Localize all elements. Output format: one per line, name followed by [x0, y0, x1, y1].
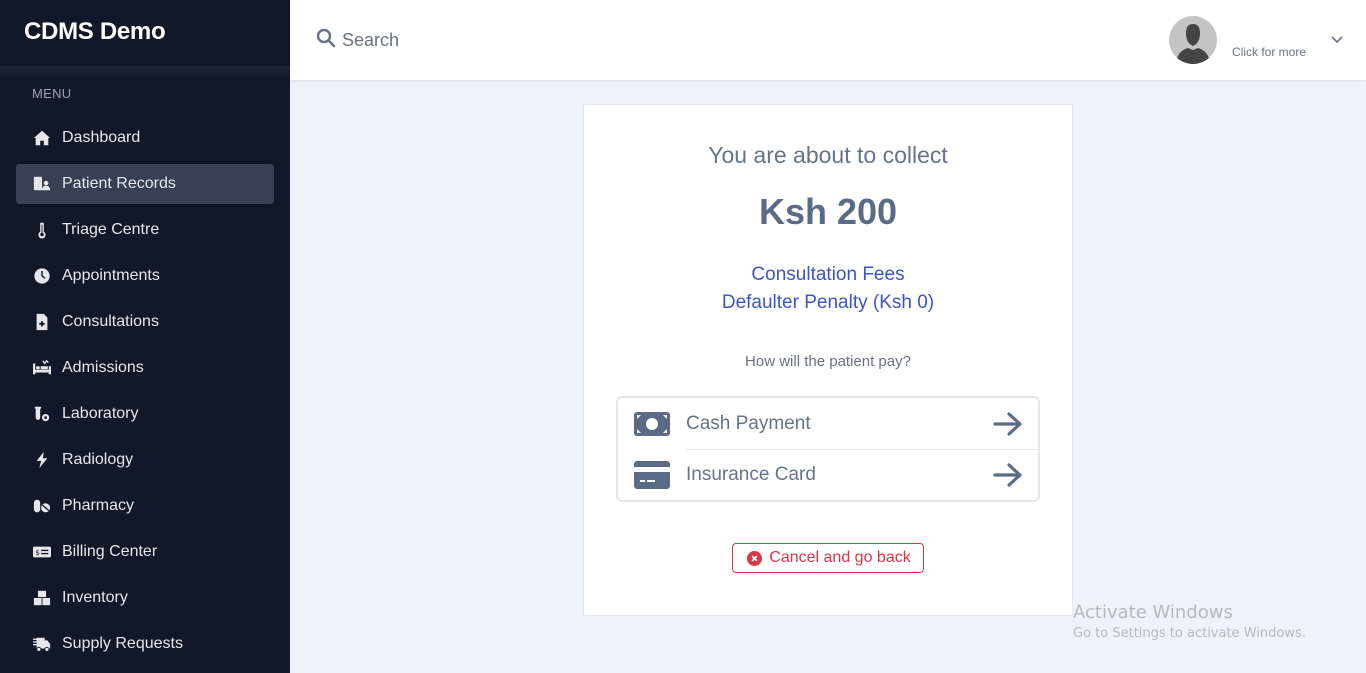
sidebar-item-label: Billing Center	[62, 543, 158, 560]
sidebar-item-label: Laboratory	[62, 405, 139, 422]
sidebar-item-appointments[interactable]: Appointments	[16, 256, 274, 296]
vial-gear-icon	[32, 404, 52, 424]
search-icon	[316, 28, 336, 53]
sidebar-item-admissions[interactable]: Admissions	[16, 348, 274, 388]
pills-icon	[32, 496, 52, 516]
shipping-truck-icon	[32, 634, 52, 654]
watermark-subtitle: Go to Settings to activate Windows.	[1073, 626, 1306, 641]
payment-option-label: Insurance Card	[686, 463, 816, 485]
sidebar-item-label: Radiology	[62, 451, 134, 468]
watermark-title: Activate Windows	[1073, 602, 1233, 623]
payment-method-question: How will the patient pay?	[745, 353, 911, 370]
sidebar-item-label: Triage Centre	[62, 221, 160, 238]
charge-line-item: Consultation Fees	[751, 264, 905, 285]
user-menu[interactable]: Click for more	[1168, 16, 1344, 64]
money-bill-icon	[634, 411, 670, 436]
search-input[interactable]	[342, 29, 642, 51]
avatar[interactable]	[1168, 16, 1217, 64]
sidebar-item-label: Dashboard	[62, 129, 141, 146]
sidebar-item-supply-requests[interactable]: Supply Requests	[16, 624, 274, 664]
collect-amount: Ksh 200	[758, 191, 898, 232]
insurance-card-option[interactable]: Insurance Card	[618, 449, 1038, 500]
arrow-right-icon	[992, 462, 1024, 488]
menu-label: MENU	[32, 86, 72, 101]
sidebar-item-triage-centre[interactable]: Triage Centre	[16, 210, 274, 250]
boxes-icon	[32, 588, 52, 608]
sidebar-item-pharmacy[interactable]: Pharmacy	[16, 486, 274, 526]
top-bar: Click for more	[290, 0, 1366, 80]
sidebar-item-label: Supply Requests	[62, 635, 183, 652]
close-circle-icon	[747, 550, 763, 566]
sidebar: CDMS Demo MENU Dashboard Patient Records…	[0, 0, 290, 673]
payment-option-label: Cash Payment	[686, 412, 811, 434]
sidebar-item-laboratory[interactable]: Laboratory	[16, 394, 274, 434]
payment-card: You are about to collect Ksh 200 Consult…	[583, 104, 1073, 616]
sidebar-item-billing-center[interactable]: $ Billing Center	[16, 532, 274, 572]
sidebar-item-consultations[interactable]: Consultations	[16, 302, 274, 342]
brand-divider	[0, 66, 290, 78]
payment-method-list: Cash Payment Insurance Card	[616, 396, 1040, 502]
chevron-down-icon[interactable]	[1330, 32, 1344, 50]
credit-card-icon	[634, 460, 670, 489]
sidebar-item-label: Consultations	[62, 313, 159, 330]
patient-records-icon	[32, 174, 52, 194]
charge-line-item: Defaulter Penalty (Ksh 0)	[721, 292, 935, 313]
arrow-right-icon	[992, 411, 1024, 437]
sidebar-item-label: Patient Records	[62, 175, 176, 192]
sidebar-item-label: Pharmacy	[62, 497, 135, 514]
user-silhouette-icon	[1175, 24, 1210, 64]
sidebar-item-patient-records[interactable]: Patient Records	[16, 164, 274, 204]
file-medical-icon	[32, 312, 52, 332]
sidebar-item-label: Appointments	[62, 267, 160, 284]
cash-payment-option[interactable]: Cash Payment	[618, 398, 1038, 449]
user-menu-label[interactable]: Click for more	[1232, 45, 1306, 59]
sidebar-nav: Dashboard Patient Records Triage Centre …	[0, 118, 290, 664]
sidebar-item-label: Admissions	[62, 359, 144, 376]
thermometer-icon	[32, 220, 52, 240]
clock-icon	[32, 266, 52, 286]
cancel-button[interactable]: Cancel and go back	[732, 543, 924, 573]
cancel-button-label: Cancel and go back	[769, 549, 911, 566]
brand-title[interactable]: CDMS Demo	[0, 0, 290, 66]
home-icon	[32, 128, 52, 148]
sidebar-item-dashboard[interactable]: Dashboard	[16, 118, 274, 158]
sidebar-item-radiology[interactable]: Radiology	[16, 440, 274, 480]
svg-text:$: $	[35, 548, 40, 557]
money-check-icon: $	[32, 542, 52, 562]
bolt-icon	[32, 450, 52, 470]
charge-breakdown: Consultation Fees Defaulter Penalty (Ksh…	[584, 261, 1072, 317]
hospital-bed-icon	[32, 358, 52, 378]
sidebar-item-inventory[interactable]: Inventory	[16, 578, 274, 618]
sidebar-item-label: Inventory	[62, 589, 128, 606]
search-box	[316, 28, 642, 53]
windows-activation-watermark: Activate Windows Go to Settings to activ…	[1073, 602, 1306, 641]
collect-heading: You are about to collect	[708, 142, 948, 168]
